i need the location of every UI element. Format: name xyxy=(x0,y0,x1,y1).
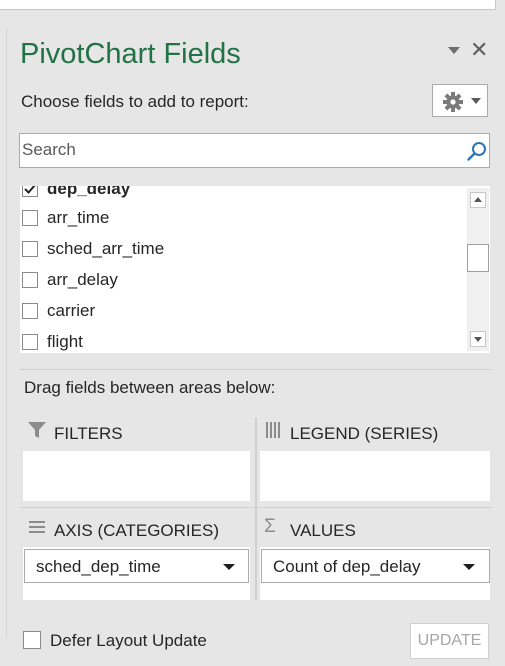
drag-fields-label: Drag fields between areas below: xyxy=(24,378,276,397)
gear-icon xyxy=(443,92,463,112)
filters-title: FILTERS xyxy=(54,424,123,443)
chevron-down-icon xyxy=(223,564,235,570)
field-item[interactable]: dep_delay xyxy=(20,186,460,205)
search-icon[interactable] xyxy=(466,140,488,162)
columns-icon xyxy=(266,422,280,438)
field-item[interactable]: sched_arr_time xyxy=(20,237,460,265)
field-label: arr_delay xyxy=(47,270,118,289)
values-field-label: Count of dep_delay xyxy=(273,557,421,576)
field-checkbox[interactable] xyxy=(22,303,38,319)
update-button[interactable]: UPDATE xyxy=(410,623,489,659)
checkmark-icon xyxy=(24,186,36,194)
field-checkbox[interactable] xyxy=(22,272,38,288)
field-checkbox[interactable] xyxy=(22,186,38,197)
filter-icon xyxy=(28,422,46,438)
field-label: dep_delay xyxy=(47,186,131,198)
close-icon[interactable]: ✕ xyxy=(470,38,488,62)
field-item[interactable]: arr_time xyxy=(20,206,460,234)
axis-field-dropdown[interactable]: sched_dep_time xyxy=(24,549,249,583)
field-checkbox[interactable] xyxy=(22,210,38,226)
field-item[interactable]: arr_delay xyxy=(20,268,460,296)
field-list-scrollbar[interactable] xyxy=(467,188,489,351)
field-checkbox[interactable] xyxy=(22,241,38,257)
search-box[interactable] xyxy=(19,133,490,168)
tools-button[interactable] xyxy=(432,84,488,117)
choose-fields-label: Choose fields to add to report: xyxy=(21,92,249,111)
pane-left-border xyxy=(6,28,7,638)
values-title: VALUES xyxy=(290,521,356,540)
task-pane-options-icon[interactable] xyxy=(448,47,460,54)
rows-icon xyxy=(29,521,45,533)
axis-field-label: sched_dep_time xyxy=(36,557,161,576)
field-label: carrier xyxy=(47,301,96,320)
chevron-down-icon xyxy=(471,98,481,104)
sigma-icon: Σ xyxy=(264,516,276,537)
values-drop-zone[interactable]: Count of dep_delay xyxy=(260,547,490,600)
scroll-thumb[interactable] xyxy=(467,244,489,272)
scroll-down-arrow-icon[interactable] xyxy=(470,331,486,347)
legend-title: LEGEND (SERIES) xyxy=(290,424,439,443)
values-field-dropdown[interactable]: Count of dep_delay xyxy=(261,549,490,583)
field-label: sched_arr_time xyxy=(47,239,165,258)
axis-title: AXIS (CATEGORIES) xyxy=(54,521,219,540)
area-vertical-separator xyxy=(255,418,257,600)
axis-drop-zone[interactable]: sched_dep_time xyxy=(23,547,250,600)
field-checkbox[interactable] xyxy=(22,334,38,350)
defer-layout-label: Defer Layout Update xyxy=(50,631,207,650)
field-item[interactable]: carrier xyxy=(20,299,460,327)
pane-title: PivotChart Fields xyxy=(20,38,241,70)
chevron-down-icon xyxy=(463,564,475,570)
filters-drop-zone[interactable] xyxy=(23,451,250,501)
worksheet-edge xyxy=(0,0,496,10)
field-label: flight xyxy=(47,332,83,351)
defer-layout-checkbox[interactable] xyxy=(23,631,41,649)
scroll-up-arrow-icon[interactable] xyxy=(470,192,486,208)
field-label: arr_time xyxy=(47,208,110,227)
section-divider xyxy=(20,369,492,370)
field-list: dep_delay arr_time sched_arr_time arr_de… xyxy=(20,186,490,353)
area-horizontal-separator xyxy=(20,507,492,508)
field-item[interactable]: flight xyxy=(20,330,460,353)
search-input[interactable] xyxy=(22,137,452,163)
legend-drop-zone[interactable] xyxy=(260,451,490,501)
